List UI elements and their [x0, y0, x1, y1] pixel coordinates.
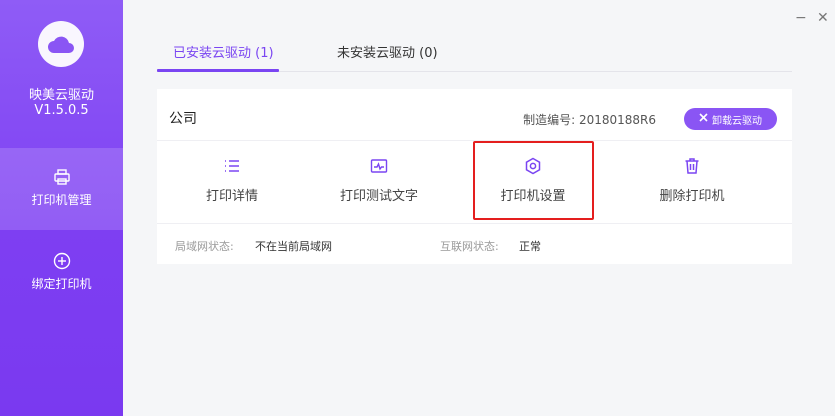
sidebar-item-bind-printer[interactable]: 绑定打印机: [0, 232, 123, 314]
internet-status-value: 正常: [519, 240, 541, 253]
settings-gear-icon: [524, 157, 542, 175]
serial-value: 20180188R6: [578, 113, 656, 127]
printer-name: 公司: [169, 111, 197, 127]
printer-card: 公司 制造编号: 20180188R6 卸载云驱动 打印详情 打印测试文字 打印…: [157, 89, 792, 264]
trash-icon: [683, 157, 701, 175]
close-button[interactable]: ✕: [817, 10, 829, 26]
cloud-logo-icon: [38, 21, 84, 67]
action-label: 打印机设置: [500, 189, 566, 204]
tab-installed[interactable]: 已安装云驱动 (1): [173, 42, 274, 61]
sidebar-item-label: 打印机管理: [31, 193, 92, 207]
app-name: 映美云驱动: [28, 88, 94, 103]
delete-printer-button[interactable]: 删除打印机: [617, 141, 767, 221]
active-tab-indicator: [157, 69, 279, 72]
test-print-icon: [370, 157, 388, 175]
lan-status-label: 局域网状态:: [175, 240, 234, 253]
plus-circle-icon: [53, 252, 71, 270]
app-version: V1.5.0.5: [34, 103, 89, 118]
printer-icon: [53, 168, 71, 186]
sidebar-item-label: 绑定打印机: [31, 277, 92, 291]
serial-label: 制造编号:: [523, 113, 576, 127]
action-label: 打印详情: [205, 189, 258, 204]
internet-status-label: 互联网状态:: [440, 240, 499, 253]
sidebar-item-printer-management[interactable]: 打印机管理: [0, 148, 123, 230]
close-x-icon: [699, 113, 708, 125]
action-label: 删除打印机: [659, 189, 725, 204]
tab-not-installed[interactable]: 未安装云驱动 (0): [337, 42, 438, 61]
sidebar: 映美云驱动 V1.5.0.5 打印机管理 绑定打印机: [0, 0, 123, 416]
minimize-button[interactable]: −: [795, 10, 807, 26]
uninstall-label: 卸载云驱动: [712, 115, 762, 127]
print-details-button[interactable]: 打印详情: [157, 141, 307, 221]
uninstall-driver-button[interactable]: 卸载云驱动: [684, 108, 777, 130]
test-print-button[interactable]: 打印测试文字: [304, 141, 454, 221]
card-divider: [157, 223, 792, 224]
printer-settings-button[interactable]: 打印机设置: [458, 141, 608, 221]
serial-number: 制造编号: 20180188R6: [523, 111, 656, 128]
action-label: 打印测试文字: [339, 189, 418, 204]
list-icon: [223, 157, 241, 175]
lan-status-value: 不在当前局域网: [255, 240, 332, 253]
